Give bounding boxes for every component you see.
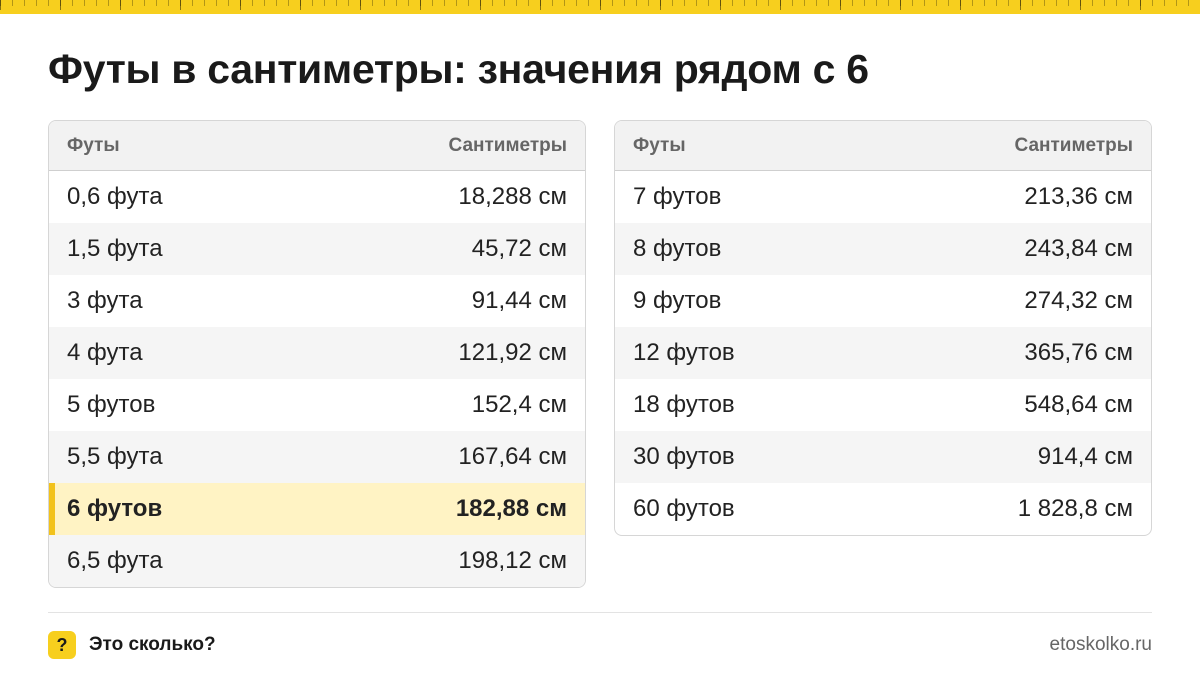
table-row: 12 футов 365,76 см (615, 327, 1151, 379)
table-row: 5 футов 152,4 см (49, 379, 585, 431)
cell-feet: 18 футов (633, 391, 735, 418)
cell-centimeters: 274,32 см (1024, 287, 1133, 314)
cell-feet: 5,5 фута (67, 443, 163, 470)
cell-centimeters: 914,4 см (1037, 443, 1133, 470)
cell-feet: 30 футов (633, 443, 735, 470)
table-row: 7 футов 213,36 см (615, 171, 1151, 223)
table-row: 3 фута 91,44 см (49, 275, 585, 327)
cell-centimeters: 45,72 см (471, 235, 567, 262)
cell-feet: 0,6 фута (67, 183, 163, 210)
header-centimeters: Сантиметры (448, 134, 568, 156)
cell-feet: 8 футов (633, 235, 722, 262)
cell-feet: 7 футов (633, 183, 722, 210)
cell-feet: 9 футов (633, 287, 722, 314)
table-row: 30 футов 914,4 см (615, 431, 1151, 483)
cell-centimeters: 243,84 см (1024, 235, 1133, 262)
header-feet: Футы (633, 134, 686, 156)
table-body: 0,6 фута 18,288 см 1,5 фута 45,72 см 3 ф… (49, 171, 585, 587)
table-row: 9 футов 274,32 см (615, 275, 1151, 327)
cell-feet: 6,5 фута (67, 547, 163, 574)
table-row: 6,5 фута 198,12 см (49, 535, 585, 587)
table-row: 18 футов 548,64 см (615, 379, 1151, 431)
cell-centimeters: 365,76 см (1024, 339, 1133, 366)
cell-feet: 1,5 фута (67, 235, 163, 262)
cell-feet: 4 фута (67, 339, 143, 366)
table-row: 60 футов 1 828,8 см (615, 483, 1151, 535)
cell-centimeters: 548,64 см (1024, 391, 1133, 418)
cell-centimeters: 152,4 см (471, 391, 567, 418)
cell-centimeters: 121,92 см (458, 339, 567, 366)
cell-feet: 12 футов (633, 339, 735, 366)
cell-centimeters: 91,44 см (471, 287, 567, 314)
header-centimeters: Сантиметры (1014, 134, 1134, 156)
table-header: Футы Сантиметры (49, 121, 585, 171)
conversion-table-right: Футы Сантиметры 7 футов 213,36 см 8 футо… (614, 120, 1152, 536)
cell-centimeters: 182,88 см (455, 495, 567, 522)
cell-centimeters: 1 828,8 см (1017, 495, 1133, 522)
table-row-highlighted: 6 футов 182,88 см (49, 483, 585, 535)
table-row: 4 фута 121,92 см (49, 327, 585, 379)
table-row: 5,5 фута 167,64 см (49, 431, 585, 483)
cell-centimeters: 167,64 см (458, 443, 567, 470)
cell-feet: 5 футов (67, 391, 156, 418)
cell-feet: 60 футов (633, 495, 735, 522)
ruler-decoration (0, 0, 1200, 14)
page-title: Футы в сантиметры: значения рядом с 6 (48, 46, 869, 92)
cell-centimeters: 198,12 см (458, 547, 567, 574)
brand[interactable]: ? Это сколько? (48, 631, 216, 659)
table-header: Футы Сантиметры (615, 121, 1151, 171)
site-link[interactable]: etoskolko.ru (1050, 634, 1152, 656)
table-row: 0,6 фута 18,288 см (49, 171, 585, 223)
brand-name: Это сколько? (89, 634, 216, 655)
question-mark-icon: ? (48, 631, 76, 659)
cell-feet: 6 футов (67, 495, 163, 522)
footer-divider (48, 612, 1152, 613)
table-row: 8 футов 243,84 см (615, 223, 1151, 275)
table-row: 1,5 фута 45,72 см (49, 223, 585, 275)
conversion-table-left: Футы Сантиметры 0,6 фута 18,288 см 1,5 ф… (48, 120, 586, 588)
table-body: 7 футов 213,36 см 8 футов 243,84 см 9 фу… (615, 171, 1151, 535)
cell-centimeters: 213,36 см (1024, 183, 1133, 210)
cell-feet: 3 фута (67, 287, 143, 314)
cell-centimeters: 18,288 см (458, 183, 567, 210)
header-feet: Футы (67, 134, 120, 156)
